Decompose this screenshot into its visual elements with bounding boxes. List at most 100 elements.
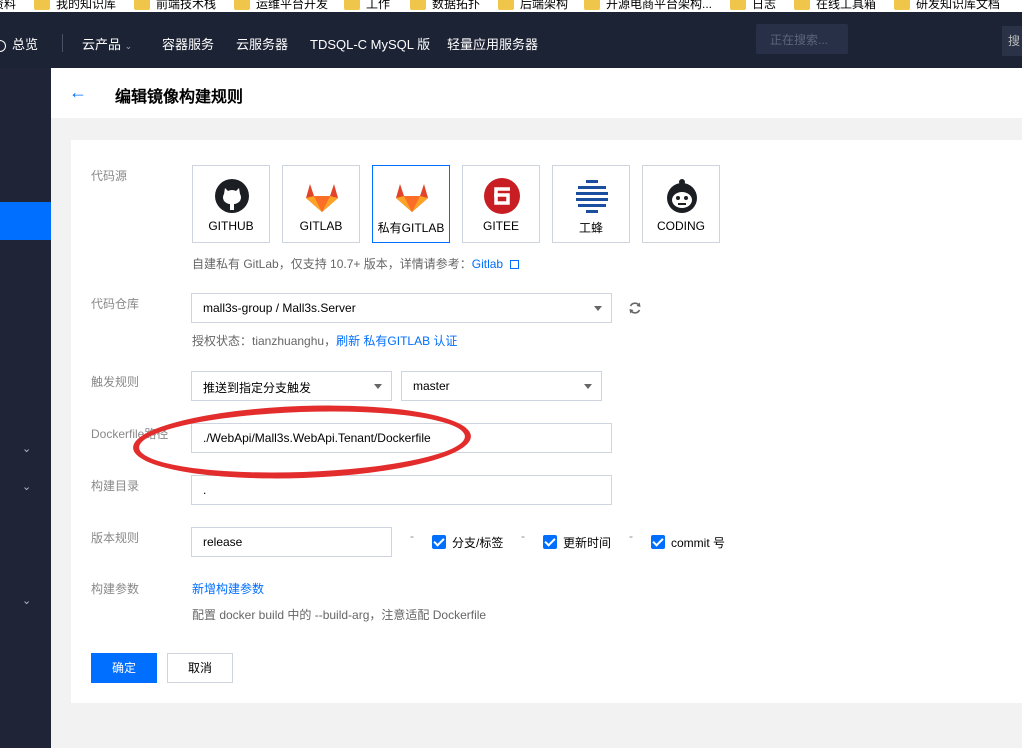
version-separator: - xyxy=(521,529,525,543)
code-source-hint: 自建私有 GitLab，仅支持 10.7+ 版本，详情请参考：Gitlab xyxy=(192,255,520,272)
dockerfile-path-value: ./WebApi/Mall3s.WebApi.Tenant/Dockerfile xyxy=(203,431,431,445)
cancel-button[interactable]: 取消 xyxy=(167,653,233,683)
folder-icon xyxy=(410,0,426,11)
source-option-label: GITHUB xyxy=(208,219,254,233)
refresh-icon[interactable] xyxy=(628,301,642,315)
folder-icon xyxy=(34,0,50,11)
commit-checkbox[interactable] xyxy=(651,535,665,549)
version-separator: - xyxy=(629,529,633,543)
build-dir-label: 构建目录 xyxy=(91,479,140,493)
sidebar: ⌄ ⌄ ⌄ xyxy=(0,68,51,748)
bookmark-item[interactable]: 工作 xyxy=(344,0,390,12)
nav-cloud-products[interactable]: 云产品 ⌄ xyxy=(82,34,132,53)
dockerfile-path-input[interactable]: ./WebApi/Mall3s.WebApi.Tenant/Dockerfile xyxy=(191,423,612,453)
folder-icon xyxy=(234,0,250,11)
sidebar-item-active[interactable] xyxy=(0,202,51,240)
gitlab-docs-link[interactable]: Gitlab xyxy=(472,257,503,271)
folder-icon xyxy=(894,0,910,11)
github-icon xyxy=(215,179,249,213)
gitlab-icon xyxy=(396,184,428,212)
bookmark-item[interactable]: 后端架构 xyxy=(498,0,568,12)
bookmark-item[interactable]: 资料 xyxy=(0,0,16,12)
external-link-icon[interactable] xyxy=(510,260,520,270)
nav-item[interactable]: TDSQL-C MySQL 版 xyxy=(310,34,430,53)
nav-item[interactable]: 轻量应用服务器 xyxy=(447,34,538,53)
chevron-down-icon xyxy=(374,384,382,389)
bookmark-item[interactable]: 日志 xyxy=(730,0,776,12)
folder-icon xyxy=(498,0,514,11)
source-option-label: 工蜂 xyxy=(578,221,603,235)
nav-divider xyxy=(62,34,63,52)
checkbox-label: 分支/标签 xyxy=(452,536,504,550)
source-option-label: CODING xyxy=(657,219,705,233)
bookmark-item[interactable]: 前端技术栈 xyxy=(134,0,216,12)
build-args-hint: 配置 docker build 中的 --build-arg，注意适配 Dock… xyxy=(192,608,487,622)
nav-item[interactable]: 云服务器 xyxy=(236,34,288,53)
gitlab-icon xyxy=(306,184,338,212)
chevron-down-icon[interactable]: ⌄ xyxy=(22,594,31,607)
dockerfile-label: Dockerfile路径 xyxy=(91,427,169,441)
checkbox-label: commit 号 xyxy=(671,536,726,550)
gongfeng-icon xyxy=(576,180,608,213)
branch-tag-checkbox[interactable] xyxy=(432,535,446,549)
trigger-rule-select[interactable]: 推送到指定分支触发 xyxy=(191,371,392,401)
page-header: ← 编辑镜像构建规则 xyxy=(51,68,1022,118)
version-input[interactable]: release xyxy=(191,527,392,557)
checkbox-label: 更新时间 xyxy=(563,536,612,550)
repo-auth-status: 授权状态：tianzhuanghu，刷新 私有GITLAB 认证 xyxy=(192,334,458,348)
source-option-github[interactable]: GITHUB xyxy=(192,165,270,243)
search-button[interactable]: 搜 xyxy=(1002,26,1022,56)
chevron-down-icon xyxy=(584,384,592,389)
chevron-down-icon: ⌄ xyxy=(124,41,133,51)
source-option-gongfeng[interactable]: 工蜂 xyxy=(552,165,630,243)
version-label: 版本规则 xyxy=(91,531,140,545)
source-option-private-gitlab[interactable]: 私有GITLAB xyxy=(372,165,450,243)
trigger-label: 触发规则 xyxy=(91,375,140,389)
folder-icon xyxy=(344,0,360,11)
refresh-auth-link[interactable]: 刷新 私有GITLAB 认证 xyxy=(336,334,457,348)
folder-icon xyxy=(730,0,746,11)
build-args-label: 构建参数 xyxy=(91,582,140,596)
version-separator: - xyxy=(410,529,414,543)
add-build-arg-link[interactable]: 新增构建参数 xyxy=(192,580,264,597)
top-nav: 总览 云产品 ⌄ 容器服务 云服务器 TDSQL-C MySQL 版 轻量应用服… xyxy=(0,12,1022,68)
build-dir-input[interactable]: . xyxy=(191,475,612,505)
page-title: 编辑镜像构建规则 xyxy=(115,89,244,106)
trigger-rule-value: 推送到指定分支触发 xyxy=(203,381,312,395)
confirm-button[interactable]: 确定 xyxy=(91,653,157,683)
repo-label: 代码仓库 xyxy=(91,297,140,311)
version-value: release xyxy=(203,535,243,549)
global-search-input[interactable]: 正在搜索... xyxy=(756,24,848,54)
branch-select[interactable]: master xyxy=(401,371,602,401)
source-option-label: 私有GITLAB xyxy=(377,221,445,235)
chevron-down-icon[interactable]: ⌄ xyxy=(22,442,31,455)
source-option-label: GITLAB xyxy=(299,219,343,233)
overview-icon xyxy=(0,39,6,52)
folder-icon xyxy=(134,0,150,11)
repo-select[interactable]: mall3s-group / Mall3s.Server xyxy=(191,293,612,323)
bookmark-item[interactable]: 运维平台开发 xyxy=(234,0,328,12)
chevron-down-icon xyxy=(594,306,602,311)
bookmark-item[interactable]: 在线工具箱 xyxy=(794,0,876,12)
source-option-gitlab[interactable]: GITLAB xyxy=(282,165,360,243)
source-option-coding[interactable]: CODING xyxy=(642,165,720,243)
code-source-label: 代码源 xyxy=(91,169,128,183)
back-arrow-icon[interactable]: ← xyxy=(69,82,87,103)
update-time-checkbox[interactable] xyxy=(543,535,557,549)
coding-icon xyxy=(667,179,697,213)
bookmark-item[interactable]: 数据拓扑 xyxy=(410,0,480,12)
folder-icon xyxy=(584,0,600,11)
branch-value: master xyxy=(413,379,450,393)
bookmarks-bar: 资料 我的知识库 前端技术栈 运维平台开发 工作 数据拓扑 后端架构 开源电商平… xyxy=(0,0,1022,12)
nav-item[interactable]: 容器服务 xyxy=(162,34,214,53)
build-dir-value: . xyxy=(203,483,207,497)
repo-select-value: mall3s-group / Mall3s.Server xyxy=(203,301,356,315)
nav-overview[interactable]: 总览 xyxy=(0,34,38,53)
chevron-down-icon[interactable]: ⌄ xyxy=(22,480,31,493)
bookmark-item[interactable]: 我的知识库 xyxy=(34,0,116,12)
bookmark-item[interactable]: 开源电商平台架构... xyxy=(584,0,712,12)
source-option-gitee[interactable]: GITEE xyxy=(462,165,540,243)
form-card: 代码源 GITHUB GITLAB 私有GITLAB GITEE 工蜂 CODI… xyxy=(71,140,1022,703)
folder-icon xyxy=(794,0,810,11)
bookmark-item[interactable]: 研发知识库文档 xyxy=(894,0,1000,12)
